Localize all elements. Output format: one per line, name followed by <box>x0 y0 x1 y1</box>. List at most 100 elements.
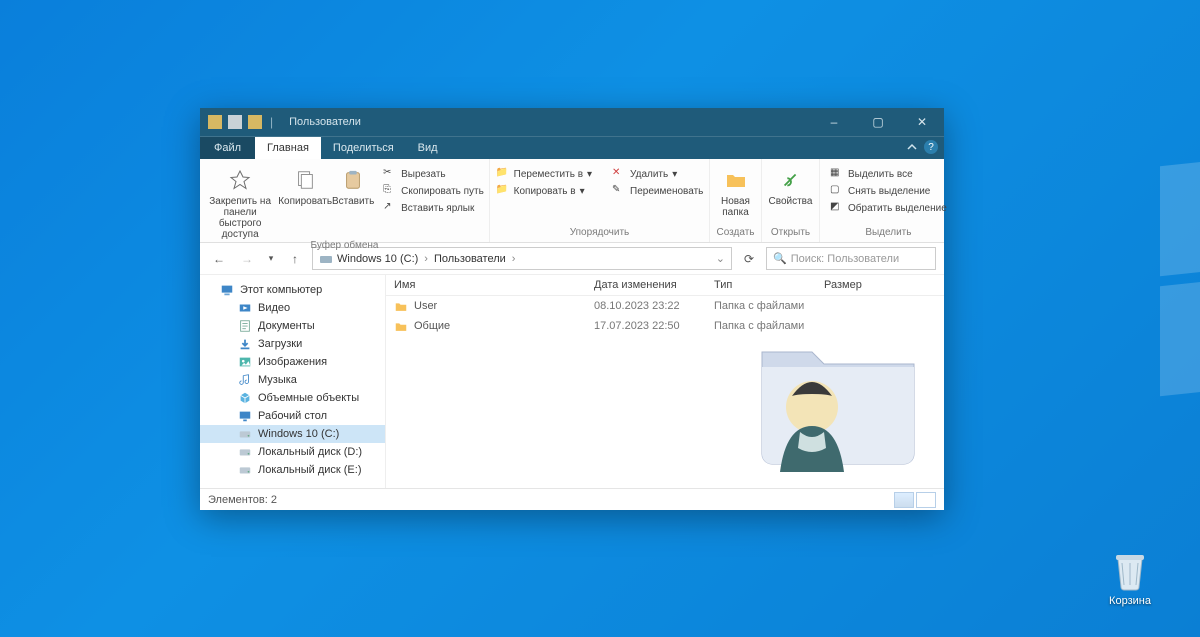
cut-button[interactable]: ✂Вырезать <box>379 166 488 182</box>
recent-locations-button[interactable]: ▾ <box>264 248 278 270</box>
pc-icon <box>220 283 234 297</box>
pin-icon <box>226 166 254 194</box>
paste-shortcut-button[interactable]: ↗Вставить ярлык <box>379 200 488 216</box>
move-to-button[interactable]: 📁Переместить в ▾ <box>492 166 596 182</box>
new-folder-button[interactable]: Новая папка <box>714 163 758 218</box>
up-button[interactable]: ↑ <box>284 248 306 270</box>
pin-to-quick-access-button[interactable]: Закрепить на панели быстрого доступа <box>201 163 279 240</box>
search-icon: 🔍 <box>773 252 787 265</box>
tree-item-7[interactable]: Windows 10 (C:) <box>200 425 385 443</box>
copy-to-button[interactable]: 📁Копировать в ▾ <box>492 183 596 199</box>
select-none-icon: ▢ <box>830 184 844 198</box>
navigation-pane: Этот компьютер ВидеоДокументыЗагрузкиИзо… <box>200 275 386 488</box>
group-clipboard-label: Буфер обмена <box>311 240 379 253</box>
copy-to-icon: 📁 <box>496 184 510 198</box>
quick-access-toolbar: | <box>200 115 283 129</box>
titlebar[interactable]: | Пользователи – ▢ ✕ <box>200 108 944 136</box>
invert-selection-button[interactable]: ◩Обратить выделение <box>826 200 951 216</box>
search-input[interactable]: 🔍 Поиск: Пользователи <box>766 247 936 270</box>
minimize-button[interactable]: – <box>812 108 856 136</box>
ribbon: Закрепить на панели быстрого доступа Коп… <box>200 159 944 243</box>
qat-icon-3[interactable] <box>248 115 262 129</box>
folder-icon <box>394 319 408 333</box>
qat-separator: | <box>270 115 273 129</box>
close-button[interactable]: ✕ <box>900 108 944 136</box>
column-headers: Имя Дата изменения Тип Размер <box>386 275 944 296</box>
desk-icon <box>238 409 252 423</box>
ribbon-tabs: Файл Главная Поделиться Вид ? <box>200 136 944 159</box>
maximize-button[interactable]: ▢ <box>856 108 900 136</box>
drive-icon <box>238 427 252 441</box>
qat-icon-2[interactable] <box>228 115 242 129</box>
shortcut-icon: ↗ <box>383 201 397 215</box>
delete-icon: ✕ <box>612 167 626 181</box>
file-list[interactable]: User08.10.2023 23:22Папка с файламиОбщие… <box>386 296 944 488</box>
tree-item-2[interactable]: Загрузки <box>200 335 385 353</box>
tree-item-4[interactable]: Музыка <box>200 371 385 389</box>
recycle-bin-desktop-icon[interactable]: Корзина <box>1095 551 1165 607</box>
3d-icon <box>238 391 252 405</box>
select-all-icon: ▦ <box>830 167 844 181</box>
properties-button[interactable]: Свойства <box>766 163 816 207</box>
view-details-button[interactable] <box>894 492 914 508</box>
tree-item-5[interactable]: Объемные объекты <box>200 389 385 407</box>
status-bar: Элементов: 2 <box>200 488 944 510</box>
tree-item-8[interactable]: Локальный диск (D:) <box>200 443 385 461</box>
move-to-icon: 📁 <box>496 167 510 181</box>
tab-home[interactable]: Главная <box>255 137 321 159</box>
paste-icon <box>339 166 367 194</box>
copy-button[interactable]: Копировать <box>283 163 327 207</box>
address-dropdown-icon[interactable]: ⌄ <box>716 252 725 265</box>
recycle-bin-label: Корзина <box>1109 595 1151 607</box>
col-name[interactable]: Имя <box>386 275 586 295</box>
table-row[interactable]: User08.10.2023 23:22Папка с файлами <box>386 296 944 316</box>
music-icon <box>238 373 252 387</box>
file-menu-button[interactable]: Файл <box>200 137 255 159</box>
col-type[interactable]: Тип <box>706 275 816 295</box>
paste-button[interactable]: Вставить <box>331 163 375 207</box>
delete-button[interactable]: ✕Удалить ▾ <box>608 166 707 182</box>
tab-share[interactable]: Поделиться <box>321 137 406 159</box>
rename-button[interactable]: ✎Переименовать <box>608 183 707 199</box>
content-area: Этот компьютер ВидеоДокументыЗагрузкиИзо… <box>200 275 944 488</box>
tree-item-0[interactable]: Видео <box>200 299 385 317</box>
breadcrumb-1[interactable]: Пользователи <box>434 253 506 265</box>
breadcrumb-0[interactable]: Windows 10 (C:) <box>337 253 418 265</box>
copy-path-button[interactable]: ⎘Скопировать путь <box>379 183 488 199</box>
col-date[interactable]: Дата изменения <box>586 275 706 295</box>
group-open-label: Открыть <box>771 227 810 240</box>
properties-icon <box>777 166 805 194</box>
file-list-pane: Имя Дата изменения Тип Размер User08.10.… <box>386 275 944 488</box>
group-organize-label: Упорядочить <box>570 227 630 240</box>
qat-icon-1[interactable] <box>208 115 222 129</box>
users-folder-illustration <box>722 312 932 482</box>
tree-item-9[interactable]: Локальный диск (E:) <box>200 461 385 479</box>
copy-icon <box>291 166 319 194</box>
col-size[interactable]: Размер <box>816 275 886 295</box>
tree-item-6[interactable]: Рабочий стол <box>200 407 385 425</box>
view-icons-button[interactable] <box>916 492 936 508</box>
tree-item-3[interactable]: Изображения <box>200 353 385 371</box>
select-none-button[interactable]: ▢Снять выделение <box>826 183 951 199</box>
image-icon <box>238 355 252 369</box>
table-row[interactable]: Общие17.07.2023 22:50Папка с файлами <box>386 316 944 336</box>
window-title: Пользователи <box>283 116 812 128</box>
drive-icon <box>238 445 252 459</box>
select-all-button[interactable]: ▦Выделить все <box>826 166 951 182</box>
doc-icon <box>238 319 252 333</box>
tab-view[interactable]: Вид <box>406 137 450 159</box>
help-button[interactable]: ? <box>924 140 938 154</box>
tree-this-pc[interactable]: Этот компьютер <box>200 281 385 299</box>
back-button[interactable]: ← <box>208 248 230 270</box>
refresh-button[interactable]: ⟳ <box>738 248 760 270</box>
invert-icon: ◩ <box>830 201 844 215</box>
folder-icon <box>394 299 408 313</box>
search-placeholder: Поиск: Пользователи <box>791 253 899 265</box>
status-count: Элементов: 2 <box>208 494 277 506</box>
group-create-label: Создать <box>716 227 754 240</box>
collapse-ribbon-icon[interactable] <box>906 141 918 153</box>
tree-item-1[interactable]: Документы <box>200 317 385 335</box>
recycle-bin-icon <box>1112 551 1148 591</box>
forward-button[interactable]: → <box>236 248 258 270</box>
drive-icon <box>319 252 333 266</box>
